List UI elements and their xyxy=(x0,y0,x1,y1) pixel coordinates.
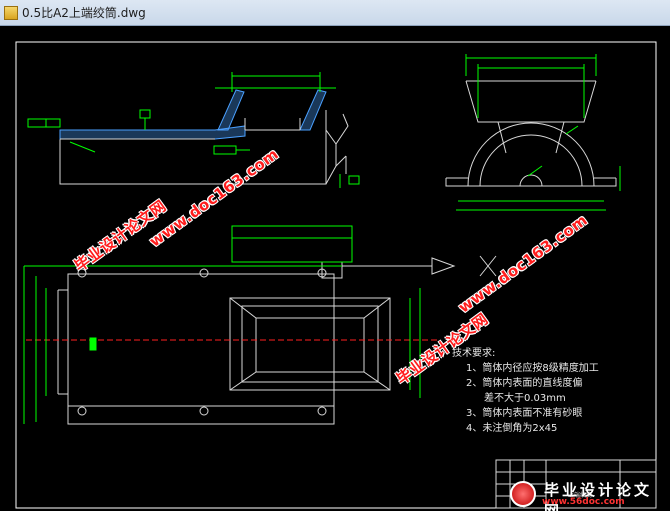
drawing-canvas[interactable]: 毕业设计论文网 www.doc163.com www.doc163.com 毕业… xyxy=(0,26,670,511)
dwg-file-icon xyxy=(4,5,18,20)
footer-watermark: 毕业设计论文网 www.56doc.com xyxy=(506,479,668,511)
note-item: 2、筒体内表面的直线度偏 xyxy=(466,378,583,389)
cad-drawing xyxy=(15,41,657,509)
technical-notes: 技术要求: 1、筒体内径应按8级精度加工 2、筒体内表面的直线度偏 差不大于0.… xyxy=(452,346,599,436)
footer-watermark-url: www.56doc.com xyxy=(542,497,625,507)
end-view xyxy=(445,54,621,211)
note-item: 1、筒体内径应按8级精度加工 xyxy=(466,363,599,374)
notes-heading: 技术要求: xyxy=(452,348,496,359)
note-item: 3、筒体内表面不准有砂眼 xyxy=(466,408,583,419)
window-title: 0.5比A2上端绞筒.dwg xyxy=(22,6,146,20)
section-view xyxy=(59,89,349,185)
drawing-frame xyxy=(15,41,657,509)
site-logo-icon xyxy=(510,481,536,507)
note-item: 差不大于0.03mm xyxy=(484,393,566,404)
note-item: 4、未注倒角为2x45 xyxy=(466,423,558,434)
window-title-bar: 0.5比A2上端绞筒.dwg xyxy=(0,0,670,26)
